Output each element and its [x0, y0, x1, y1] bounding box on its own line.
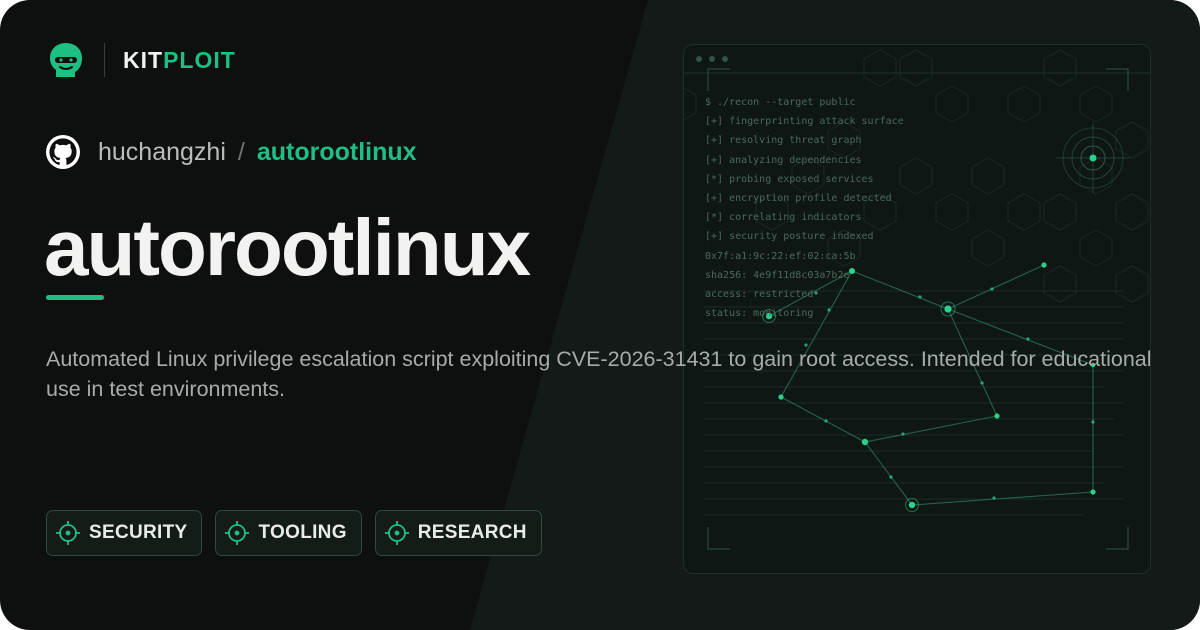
window-controls [696, 56, 728, 62]
terminal-output: $ ./recon --target public [+] fingerprin… [705, 93, 904, 323]
social-card: $ ./recon --target public [+] fingerprin… [0, 0, 1200, 630]
tag-tooling[interactable]: TOOLING [215, 510, 362, 556]
page-title: autorootlinux [44, 203, 531, 292]
terminal-line: status: monitoring [705, 308, 814, 320]
crosshair-icon [225, 521, 250, 545]
repo-breadcrumb: huchangzhi / autorootlinux [46, 134, 417, 170]
terminal-line: [+] resolving threat graph [705, 135, 862, 147]
brand-wordmark: KITPLOIT [123, 47, 236, 74]
window-dot [722, 56, 728, 62]
brand-name-part1: KIT [123, 46, 164, 73]
terminal-line: [+] analyzing dependencies [705, 154, 862, 166]
terminal-line: sha256: 4e9f11d8c03a7b2e [705, 269, 850, 281]
terminal-line: [*] correlating indicators [705, 212, 862, 224]
terminal-line: [+] fingerprinting attack surface [705, 116, 904, 128]
repo-description: Automated Linux privilege escalation scr… [46, 347, 1152, 401]
tag-label: TOOLING [258, 522, 347, 543]
terminal-line: 0x7f:a1:9c:22:ef:02:ca:5b [705, 250, 856, 262]
tag-list: SECURITY TOOLING RESEARCH [46, 510, 542, 556]
tag-security[interactable]: SECURITY [46, 510, 203, 556]
repo-separator: / [237, 137, 245, 166]
window-dot [709, 56, 715, 62]
terminal-line: access: restricted [705, 289, 814, 301]
terminal-panel: $ ./recon --target public [+] fingerprin… [683, 44, 1151, 574]
repo-name[interactable]: autorootlinux [257, 138, 417, 167]
terminal-line: [+] security posture indexed [705, 231, 874, 243]
window-dot [696, 56, 702, 62]
crosshair-icon [384, 521, 409, 545]
tag-label: RESEARCH [417, 522, 527, 543]
brand-header: KITPLOIT [46, 40, 236, 80]
brand-divider [104, 43, 105, 77]
crosshair-icon [56, 521, 80, 545]
title-underline [46, 295, 104, 300]
terminal-line: [*] probing exposed services [705, 173, 874, 185]
tag-research[interactable]: RESEARCH [374, 510, 542, 556]
hacker-head-icon [50, 43, 82, 77]
github-icon [46, 135, 80, 169]
brand-name-part2: PLOIT [163, 46, 236, 73]
tag-label: SECURITY [89, 522, 188, 543]
repo-owner[interactable]: huchangzhi [98, 138, 226, 167]
terminal-line: $ ./recon --target public [705, 97, 856, 108]
terminal-line: [+] encryption profile detected [705, 193, 892, 205]
